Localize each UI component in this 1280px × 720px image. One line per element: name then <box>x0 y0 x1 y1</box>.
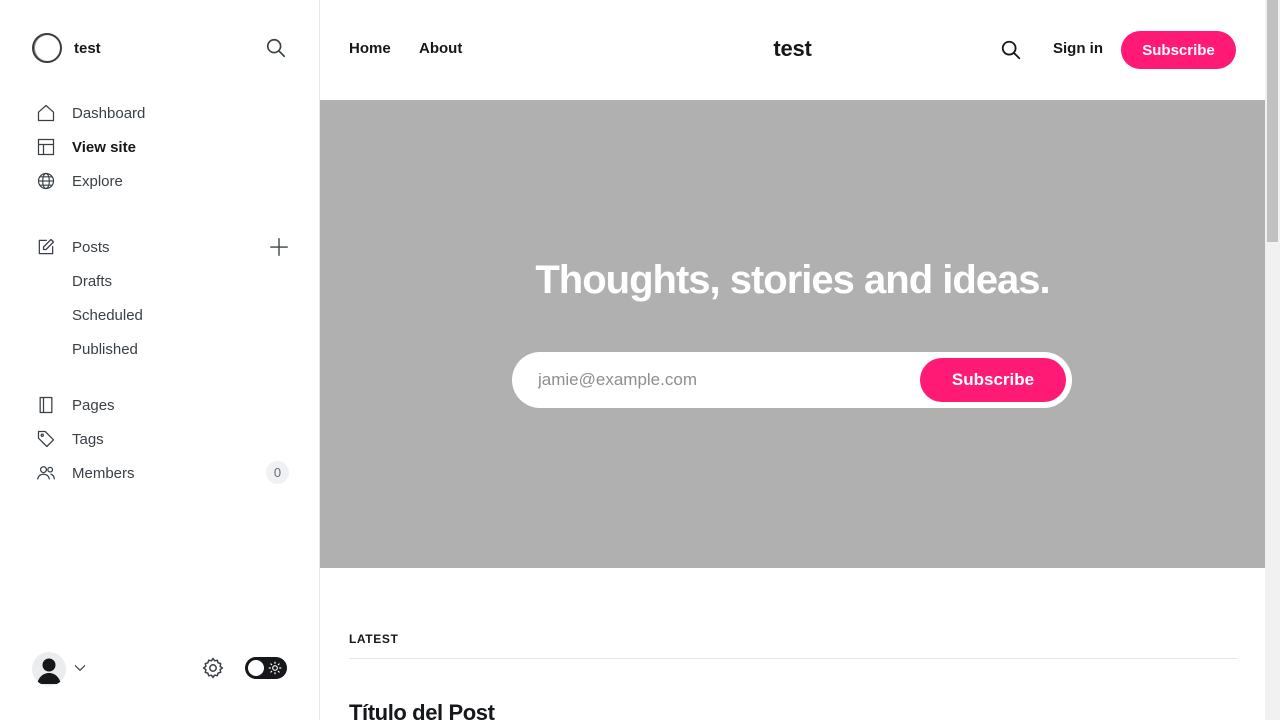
layout-icon <box>36 137 56 157</box>
post-card-title[interactable]: Título del Post <box>349 700 495 720</box>
scrollbar[interactable] <box>1265 0 1280 720</box>
sidebar-item-tags[interactable]: Tags <box>36 424 290 454</box>
nav-link-about[interactable]: About <box>419 40 462 57</box>
nav-link-home[interactable]: Home <box>349 40 391 57</box>
site-logo <box>32 33 62 63</box>
sidebar-item-label: Dashboard <box>72 104 146 122</box>
sidebar-item-scheduled[interactable]: Scheduled <box>72 302 143 328</box>
sidebar-item-label: Members <box>72 464 135 482</box>
hero-section: Thoughts, stories and ideas. Subscribe <box>320 100 1265 568</box>
subscribe-button[interactable]: Subscribe <box>1121 31 1236 69</box>
sidebar-site-name: test <box>74 39 101 57</box>
sidebar-item-dashboard[interactable]: Dashboard <box>36 98 290 128</box>
latest-section-label: LATEST <box>349 632 399 646</box>
hero-heading: Thoughts, stories and ideas. <box>535 258 1050 302</box>
sidebar-item-view-site[interactable]: View site <box>36 132 290 162</box>
new-post-plus-icon[interactable] <box>268 236 290 258</box>
sidebar-item-posts[interactable]: Posts <box>36 232 290 262</box>
sidebar-item-label: Pages <box>72 396 115 414</box>
page-icon <box>36 395 56 415</box>
user-avatar[interactable] <box>32 652 66 686</box>
site-title[interactable]: test <box>773 36 812 61</box>
search-icon[interactable] <box>265 37 287 59</box>
sidebar-item-label: View site <box>72 138 136 156</box>
dark-mode-toggle[interactable] <box>245 657 287 679</box>
chevron-down-icon[interactable] <box>73 661 87 675</box>
sidebar-item-label: Posts <box>72 238 110 256</box>
sidebar-item-label: Explore <box>72 172 123 190</box>
sign-in-link[interactable]: Sign in <box>1053 40 1103 57</box>
sidebar-item-published[interactable]: Published <box>72 336 138 362</box>
toggle-knob <box>248 660 264 676</box>
edit-icon <box>36 237 56 257</box>
sun-icon <box>268 661 282 675</box>
site-header: Home About test Sign in Subscribe <box>320 0 1265 100</box>
admin-sidebar: test Dashboard View site Explore Posts D… <box>0 0 320 720</box>
email-input[interactable] <box>538 352 908 408</box>
sidebar-item-drafts[interactable]: Drafts <box>72 268 112 294</box>
tag-icon <box>36 429 56 449</box>
scrollbar-thumb[interactable] <box>1267 0 1278 242</box>
search-icon[interactable] <box>1000 39 1022 61</box>
site-brand[interactable]: test <box>32 32 101 64</box>
hero-subscribe-button[interactable]: Subscribe <box>920 358 1066 402</box>
globe-icon <box>36 171 56 191</box>
members-icon <box>36 463 56 483</box>
members-count-badge: 0 <box>266 461 289 484</box>
sidebar-item-label: Tags <box>72 430 104 448</box>
divider <box>349 658 1237 659</box>
sidebar-item-members[interactable]: Members <box>36 458 290 488</box>
signup-form: Subscribe <box>512 352 1072 408</box>
gear-icon[interactable] <box>201 656 225 680</box>
sidebar-item-explore[interactable]: Explore <box>36 166 290 196</box>
sidebar-item-pages[interactable]: Pages <box>36 390 290 420</box>
home-icon <box>36 103 56 123</box>
